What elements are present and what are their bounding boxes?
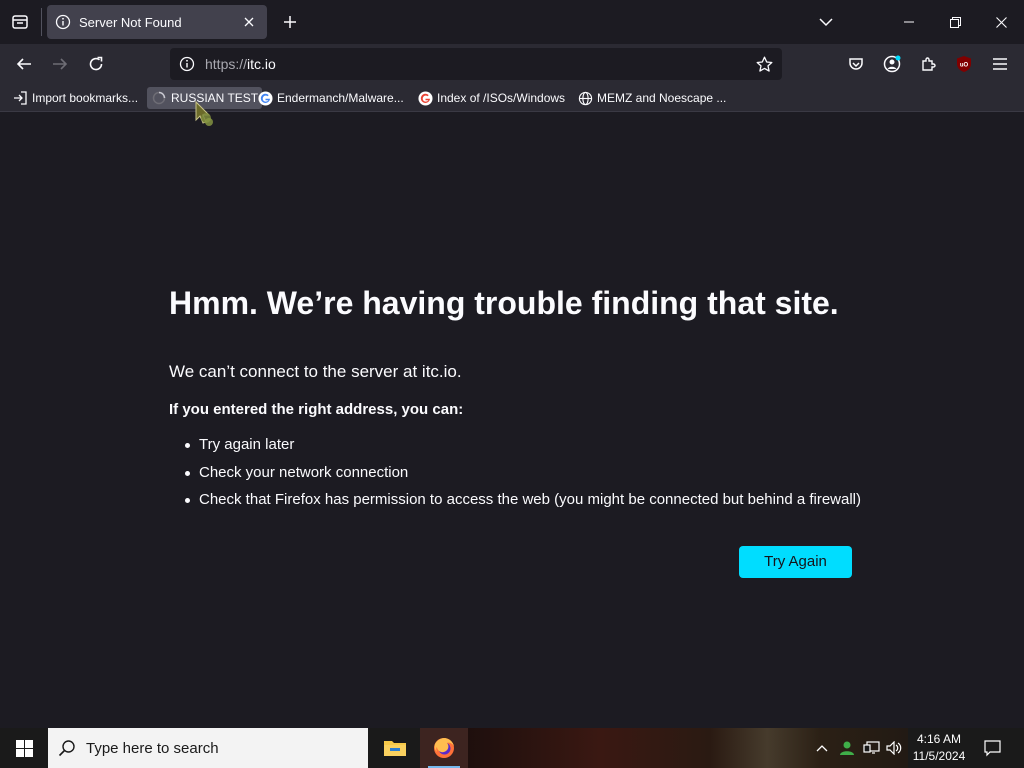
firefox-view-icon (12, 15, 28, 29)
tab-separator (41, 8, 42, 36)
puzzle-icon (922, 57, 936, 71)
account-icon (883, 55, 901, 73)
back-button[interactable] (8, 48, 40, 80)
start-button[interactable] (0, 728, 48, 768)
title-bar: Server Not Found (0, 0, 1024, 44)
network-icon (862, 740, 880, 754)
error-suggestions-heading: If you entered the right address, you ca… (169, 401, 464, 418)
error-title: Hmm. We’re having trouble finding that s… (169, 285, 839, 321)
speaker-icon (886, 741, 902, 755)
pocket-icon (849, 58, 863, 70)
restore-icon (949, 16, 961, 28)
list-all-tabs-button[interactable] (810, 6, 842, 38)
svg-text:uO: uO (960, 63, 969, 69)
hamburger-menu-icon (993, 58, 1007, 70)
pocket-button[interactable] (840, 48, 872, 80)
taskbar-clock[interactable]: 4:16 AM 11/5/2024 (906, 731, 972, 765)
windows-logo-icon (15, 739, 33, 757)
action-center-button[interactable] (980, 728, 1004, 768)
bookmark-index-isos[interactable]: Index of /ISOs/Windows (413, 87, 569, 109)
bookmark-label: Import bookmarks... (32, 91, 139, 105)
chevron-up-icon (816, 745, 828, 752)
taskbar-firefox[interactable] (420, 728, 468, 768)
google-icon (417, 90, 433, 106)
list-item: Try again later (185, 435, 861, 463)
url-text[interactable]: https://itc.io (205, 56, 747, 72)
bookmark-endermanch-malware[interactable]: Endermanch/Malware... (253, 87, 408, 109)
bookmark-memz-noescape[interactable]: MEMZ and Noescape ... (573, 87, 730, 109)
clock-date: 11/5/2024 (912, 749, 966, 763)
search-placeholder: Type here to search (86, 739, 219, 757)
site-info-button[interactable] (171, 48, 203, 80)
list-item: Check your network connection (185, 463, 861, 491)
info-icon (55, 14, 71, 30)
search-icon (58, 740, 75, 757)
ublock-origin-button[interactable]: uO (948, 48, 980, 80)
bookmark-import[interactable]: Import bookmarks... (8, 87, 142, 109)
info-icon (179, 56, 195, 72)
globe-icon (577, 90, 593, 106)
firefox-icon (434, 738, 454, 758)
plus-icon (284, 16, 296, 28)
taskbar-search-box[interactable]: Type here to search (48, 728, 368, 768)
taskbar-file-explorer[interactable] (371, 728, 419, 768)
url-host: itc.io (247, 56, 276, 72)
forward-arrow-icon (53, 58, 68, 70)
error-description: We can’t connect to the server at itc.io… (169, 362, 462, 381)
restore-button[interactable] (939, 6, 971, 38)
bookmark-label: MEMZ and Noescape ... (597, 91, 727, 105)
new-tab-button[interactable] (274, 6, 306, 38)
loading-icon (151, 90, 167, 106)
clock-time: 4:16 AM (916, 732, 962, 746)
minimize-icon (904, 21, 914, 23)
extensions-button[interactable] (912, 48, 944, 80)
minimize-button[interactable] (893, 6, 925, 38)
address-bar[interactable]: https://itc.io (170, 48, 782, 80)
menu-button[interactable] (984, 48, 1016, 80)
error-page: Hmm. We’re having trouble finding that s… (0, 113, 1024, 728)
notification-icon (983, 739, 1001, 756)
mouse-cursor-icon (195, 100, 213, 126)
user-shield-icon (840, 741, 854, 755)
tab-title: Server Not Found (79, 14, 182, 30)
try-again-button[interactable]: Try Again (739, 546, 852, 578)
tray-user-app[interactable] (836, 728, 858, 768)
forward-button[interactable] (44, 48, 76, 80)
reload-button[interactable] (80, 48, 112, 80)
bookmark-label: Index of /ISOs/Windows (437, 91, 566, 105)
star-icon (756, 56, 772, 72)
tab-close-button[interactable] (239, 12, 259, 32)
close-icon (995, 16, 1007, 28)
ublock-icon: uO (957, 56, 971, 72)
windows-taskbar: Type here to search 4:16 AM 11/5/2024 (0, 728, 1024, 768)
google-icon (257, 90, 273, 106)
back-arrow-icon (16, 58, 31, 70)
account-button[interactable] (876, 48, 908, 80)
url-protocol: https:// (205, 56, 248, 72)
show-hidden-icons-button[interactable] (812, 728, 832, 768)
reload-icon (89, 56, 103, 71)
chevron-down-icon (819, 18, 833, 27)
tab-server-not-found[interactable]: Server Not Found (47, 5, 267, 39)
bookmarks-toolbar: Import bookmarks... RUSSIAN TEST Enderma… (0, 84, 1024, 112)
close-icon (244, 17, 254, 27)
error-suggestions-list: Try again later Check your network conne… (185, 435, 861, 518)
tray-network[interactable] (860, 728, 882, 768)
bookmark-label: Endermanch/Malware... (277, 91, 404, 105)
folder-icon (384, 741, 406, 756)
import-icon (12, 90, 28, 106)
close-window-button[interactable] (985, 6, 1017, 38)
tray-volume[interactable] (883, 728, 905, 768)
bookmark-star-button[interactable] (748, 48, 780, 80)
firefox-view-button[interactable] (4, 6, 36, 38)
list-item: Check that Firefox has permission to acc… (185, 490, 861, 518)
